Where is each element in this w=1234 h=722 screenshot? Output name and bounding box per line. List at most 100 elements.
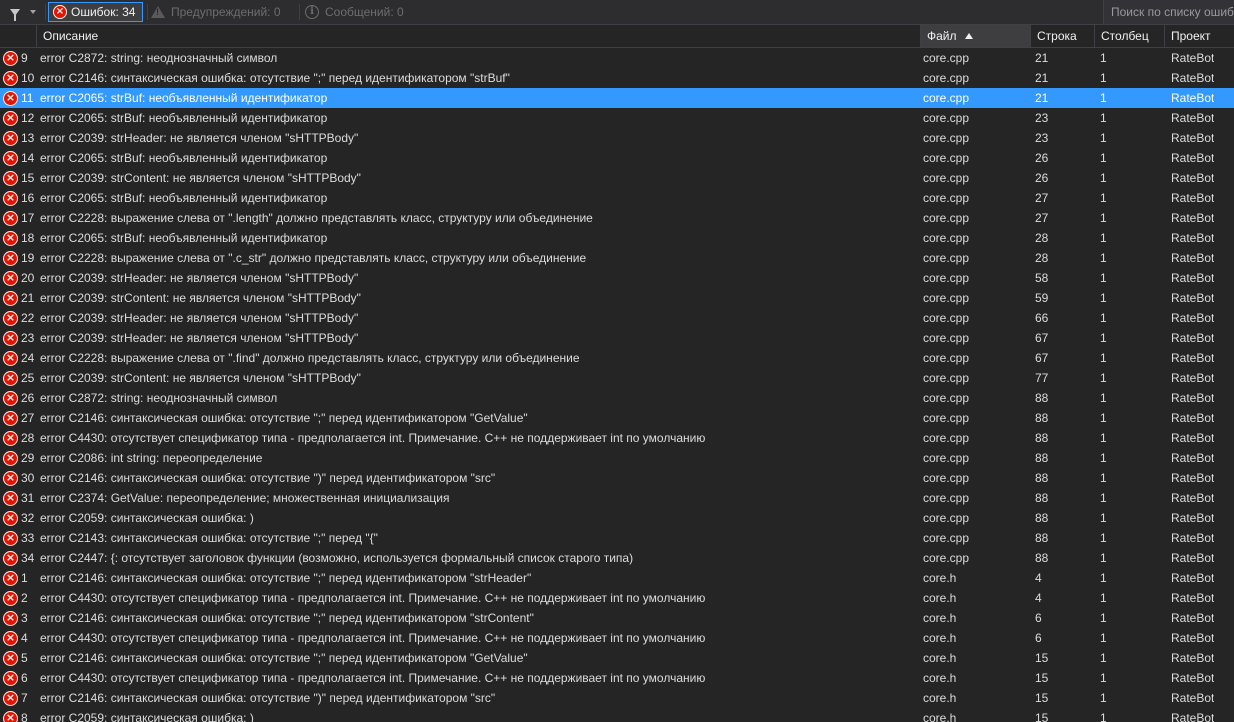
error-column: 1	[1100, 311, 1107, 325]
file-column-header[interactable]: Файл	[920, 25, 1030, 47]
error-column: 1	[1100, 491, 1107, 505]
error-list-header: Описание Файл Строка Столбец Проект	[0, 25, 1234, 48]
error-row[interactable]: × 21 error C2039: strContent: не является …	[0, 288, 1234, 308]
error-row[interactable]: × 10 error C2146: синтаксическая ошибка: о…	[0, 68, 1234, 88]
project-column-header[interactable]: Проект	[1164, 25, 1234, 47]
error-description: error C2447: {: отсутствует заголовок фу…	[40, 551, 634, 565]
errors-filter-toggle[interactable]: × Ошибок: 34	[48, 2, 143, 22]
error-row[interactable]: × 25 error C2039: strContent: не является …	[0, 368, 1234, 388]
error-column: 1	[1100, 211, 1107, 225]
error-file: core.cpp	[923, 471, 970, 485]
error-row[interactable]: × 32 error C2059: синтаксическая ошибка: )…	[0, 508, 1234, 528]
filter-dropdown-button[interactable]	[4, 0, 44, 24]
error-row[interactable]: × 6 error C4430: отсутствует спецификатор …	[0, 668, 1234, 688]
error-row[interactable]: × 30 error C2146: синтаксическая ошибка: о…	[0, 468, 1234, 488]
error-column: 1	[1100, 671, 1107, 685]
description-column-header[interactable]: Описание	[36, 25, 920, 47]
error-file: core.cpp	[923, 391, 970, 405]
error-row[interactable]: × 14 error C2065: strBuf: необъявленный ид…	[0, 148, 1234, 168]
error-row[interactable]: × 19 error C2228: выражение слева от ".c_s…	[0, 248, 1234, 268]
error-number: 12	[21, 111, 35, 125]
error-number: 14	[21, 151, 35, 165]
error-line: 15	[1035, 691, 1049, 705]
toolbar-divider	[45, 4, 46, 20]
line-column-header[interactable]: Строка	[1030, 25, 1094, 47]
error-description: error C2065: strBuf: необъявленный идент…	[40, 151, 328, 165]
error-column: 1	[1100, 391, 1107, 405]
error-row[interactable]: × 20 error C2039: strHeader: не является ч…	[0, 268, 1234, 288]
error-description: error C4430: отсутствует спецификатор ти…	[40, 591, 706, 605]
column-column-header[interactable]: Столбец	[1094, 25, 1164, 47]
error-row[interactable]: × 4 error C4430: отсутствует спецификатор …	[0, 628, 1234, 648]
error-row[interactable]: × 2 error C4430: отсутствует спецификатор …	[0, 588, 1234, 608]
error-description: error C2146: синтаксическая ошибка: отсу…	[40, 611, 534, 625]
error-row[interactable]: × 13 error C2039: strHeader: не является ч…	[0, 128, 1234, 148]
error-number: 28	[21, 431, 35, 445]
error-row[interactable]: × 11 error C2065: strBuf: необъявленный ид…	[0, 88, 1234, 108]
error-line: 6	[1035, 631, 1042, 645]
error-row[interactable]: × 34 error C2447: {: отсутствует заголовок…	[0, 548, 1234, 568]
error-project: RateBot	[1171, 591, 1215, 605]
error-line: 77	[1035, 371, 1049, 385]
error-row[interactable]: × 12 error C2065: strBuf: необъявленный ид…	[0, 108, 1234, 128]
error-column: 1	[1100, 451, 1107, 465]
error-column: 1	[1100, 631, 1107, 645]
error-column: 1	[1100, 351, 1107, 365]
error-project: RateBot	[1171, 371, 1215, 385]
error-row[interactable]: × 22 error C2039: strHeader: не является ч…	[0, 308, 1234, 328]
error-file: core.cpp	[923, 511, 970, 525]
error-file: core.cpp	[923, 451, 970, 465]
error-row[interactable]: × 1 error C2146: синтаксическая ошибка: от…	[0, 568, 1234, 588]
error-row[interactable]: × 3 error C2146: синтаксическая ошибка: от…	[0, 608, 1234, 628]
search-input[interactable]: Поиск по списку ошибок	[1103, 0, 1234, 24]
error-column: 1	[1100, 611, 1107, 625]
error-description: error C2872: string: неоднозначный симво…	[40, 51, 278, 65]
error-row[interactable]: × 26 error C2872: string: неоднозначный си…	[0, 388, 1234, 408]
error-row[interactable]: × 31 error C2374: GetValue: переопределени…	[0, 488, 1234, 508]
error-row[interactable]: × 33 error C2143: синтаксическая ошибка: о…	[0, 528, 1234, 548]
messages-filter-toggle[interactable]: i Сообщений: 0	[305, 0, 404, 24]
error-row[interactable]: × 16 error C2065: strBuf: необъявленный ид…	[0, 188, 1234, 208]
error-row[interactable]: × 8 error C2059: синтаксическая ошибка: ) c…	[0, 708, 1234, 722]
error-number: 4	[21, 631, 28, 645]
error-number: 2	[21, 591, 28, 605]
error-line: 28	[1035, 231, 1049, 245]
error-project: RateBot	[1171, 531, 1215, 545]
error-line: 66	[1035, 311, 1049, 325]
error-number: 3	[21, 611, 28, 625]
error-row[interactable]: × 9 error C2872: string: неоднозначный сим…	[0, 48, 1234, 68]
error-row[interactable]: × 17 error C2228: выражение слева от ".len…	[0, 208, 1234, 228]
error-row[interactable]: × 23 error C2039: strHeader: не является ч…	[0, 328, 1234, 348]
error-row[interactable]: × 15 error C2039: strContent: не является …	[0, 168, 1234, 188]
warnings-filter-toggle[interactable]: Предупреждений: 0	[151, 0, 281, 24]
error-line: 58	[1035, 271, 1049, 285]
icon-column-header[interactable]	[0, 25, 36, 47]
error-project: RateBot	[1171, 171, 1215, 185]
error-row[interactable]: × 29 error C2086: int string: переопределе…	[0, 448, 1234, 468]
sort-ascending-icon	[964, 33, 973, 39]
error-row[interactable]: × 18 error C2065: strBuf: необъявленный ид…	[0, 228, 1234, 248]
error-project: RateBot	[1171, 51, 1215, 65]
error-list-toolbar: × Ошибок: 34 Предупреждений: 0 i Сообщен…	[0, 0, 1234, 25]
error-row[interactable]: × 5 error C2146: синтаксическая ошибка: от…	[0, 648, 1234, 668]
error-file: core.cpp	[923, 231, 970, 245]
error-line: 21	[1035, 71, 1049, 85]
error-file: core.h	[923, 711, 957, 722]
error-column: 1	[1100, 151, 1107, 165]
error-number: 17	[21, 211, 35, 225]
error-number: 20	[21, 271, 35, 285]
error-project: RateBot	[1171, 191, 1215, 205]
error-file: core.cpp	[923, 91, 970, 105]
error-row[interactable]: × 27 error C2146: синтаксическая ошибка: о…	[0, 408, 1234, 428]
error-line: 23	[1035, 131, 1049, 145]
error-column: 1	[1100, 171, 1107, 185]
error-row[interactable]: × 24 error C2228: выражение слева от ".fin…	[0, 348, 1234, 368]
error-line: 88	[1035, 551, 1049, 565]
error-description: error C2228: выражение слева от ".c_str"…	[40, 251, 587, 265]
error-row[interactable]: × 28 error C4430: отсутствует спецификатор…	[0, 428, 1234, 448]
error-severity-icon: ×	[3, 711, 18, 722]
error-column: 1	[1100, 291, 1107, 305]
error-line: 26	[1035, 171, 1049, 185]
error-row[interactable]: × 7 error C2146: синтаксическая ошибка: от…	[0, 688, 1234, 708]
error-project: RateBot	[1171, 431, 1215, 445]
